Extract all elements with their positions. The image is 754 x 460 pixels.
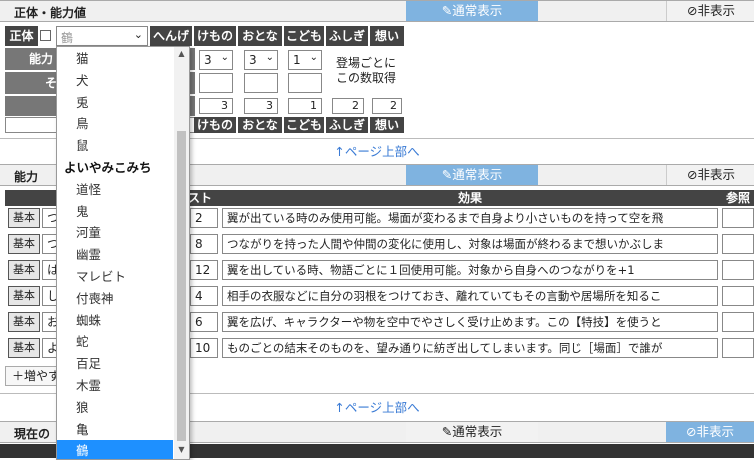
col-header-otona: おとな bbox=[238, 26, 282, 46]
hide-button[interactable]: ⊘非表示 bbox=[666, 165, 754, 185]
shotai-label: 正体 bbox=[5, 26, 38, 46]
row-cost[interactable]: 8 bbox=[190, 234, 218, 254]
col-header-omoi: 想い bbox=[370, 26, 404, 46]
dropdown-option[interactable]: 狼 bbox=[57, 397, 173, 419]
dropdown-option[interactable]: 犬 bbox=[57, 70, 173, 92]
col-header-fushigi: ふしぎ bbox=[326, 26, 368, 46]
dropdown-option[interactable]: 道怪 bbox=[57, 179, 173, 201]
header-effect: 効果 bbox=[457, 191, 482, 205]
shotai-select-value: 鶴 bbox=[61, 31, 74, 45]
footer-col-omoi: 想い bbox=[370, 117, 404, 133]
otona-select[interactable]: 3 ⌄ bbox=[244, 50, 278, 70]
row-type-badge[interactable]: 基本 bbox=[8, 234, 40, 254]
total-omoi: 2 bbox=[372, 98, 402, 114]
dropdown-option[interactable]: 河童 bbox=[57, 222, 173, 244]
footer-col-otona: おとな bbox=[238, 117, 282, 133]
col-header-henge: へんげ bbox=[150, 26, 192, 46]
row-type-badge[interactable]: 基本 bbox=[8, 338, 40, 358]
dropdown-option[interactable]: 亀 bbox=[57, 419, 173, 441]
chevron-down-icon: ⌄ bbox=[265, 52, 274, 63]
normal-view-button[interactable]: ✎通常表示 bbox=[406, 165, 538, 185]
note-text: 登場ごとに この数取得 bbox=[335, 56, 396, 85]
row-ref[interactable] bbox=[722, 286, 754, 306]
kodomo-input[interactable] bbox=[288, 73, 322, 93]
dropdown-option[interactable]: 木霊 bbox=[57, 375, 173, 397]
dropdown-option[interactable]: 蛇 bbox=[57, 331, 173, 353]
chevron-down-icon: ⌄ bbox=[309, 52, 318, 63]
normal-view-button[interactable]: ✎通常表示 bbox=[406, 422, 538, 442]
section-header-shotai: 正体・能力値 ✎通常表示 ⊘非表示 bbox=[0, 0, 754, 22]
chevron-down-icon: ⌄ bbox=[220, 52, 229, 63]
total-fushigi: 2 bbox=[332, 98, 364, 114]
row-ref[interactable] bbox=[722, 338, 754, 358]
kodomo-select-value: 1 bbox=[293, 53, 301, 67]
row-effect[interactable]: 翼を広げ、キャラクターや物を空中でやさしく受け止めます。この【特技】を使うと bbox=[222, 312, 718, 332]
row-effect[interactable]: 翼が出ている時のみ使用可能。場面が変わるまで自身より小さいものを持って空を飛 bbox=[222, 208, 718, 228]
scrollbar-thumb[interactable] bbox=[177, 131, 186, 441]
row-type-badge[interactable]: 基本 bbox=[8, 208, 40, 228]
shotai-checkbox[interactable] bbox=[40, 30, 51, 41]
row-type-badge[interactable]: 基本 bbox=[8, 286, 40, 306]
header-cost: スト bbox=[188, 191, 213, 205]
dropdown-option[interactable]: 鬼 bbox=[57, 201, 173, 223]
header-ref: 参照 bbox=[726, 191, 751, 205]
col-header-kemono: けもの bbox=[194, 26, 236, 46]
row-cost[interactable]: 4 bbox=[190, 286, 218, 306]
dropdown-group-label: よいやみこみち bbox=[64, 160, 152, 175]
section-title-shotai: 正体・能力値 bbox=[14, 6, 87, 20]
kemono-select-value: 3 bbox=[204, 53, 212, 67]
dropdown-option[interactable]: 付喪神 bbox=[57, 288, 173, 310]
hide-button[interactable]: ⊘非表示 bbox=[666, 422, 754, 442]
hide-button[interactable]: ⊘非表示 bbox=[666, 1, 754, 21]
chevron-down-icon: ⌄ bbox=[133, 28, 143, 41]
row-type-badge[interactable]: 基本 bbox=[8, 260, 40, 280]
row-cost[interactable]: 2 bbox=[190, 208, 218, 228]
total-kodomo: 1 bbox=[288, 98, 322, 114]
footer-col-kemono: けもの bbox=[194, 117, 236, 133]
dropdown-option[interactable]: 猫 bbox=[57, 48, 173, 70]
row-ref[interactable] bbox=[722, 234, 754, 254]
dropdown-option[interactable]: 鶴 bbox=[57, 440, 173, 459]
otona-input[interactable] bbox=[244, 73, 278, 93]
dropdown-option[interactable]: 幽霊 bbox=[57, 244, 173, 266]
dropdown-option[interactable]: 鼠 bbox=[57, 135, 173, 157]
kodomo-select[interactable]: 1 ⌄ bbox=[288, 50, 322, 70]
row-cost[interactable]: 12 bbox=[190, 260, 218, 280]
dropdown-scrollbar[interactable]: ▲ ▼ bbox=[174, 47, 189, 459]
row-effect[interactable]: ものごとの結末そのものを、望み通りに紡ぎ出してしまいます。同じ［場面］で誰が bbox=[222, 338, 718, 358]
shotai-select[interactable]: 鶴 ⌄ bbox=[56, 26, 148, 46]
section-title-ability: 能力 bbox=[14, 170, 39, 184]
scroll-down-icon[interactable]: ▼ bbox=[174, 445, 189, 454]
row-effect[interactable]: 相手の衣服などに自分の羽根をつけておき、離れていてもその言動や居場所を知るこ bbox=[222, 286, 718, 306]
dropdown-option[interactable]: 鳥 bbox=[57, 113, 173, 135]
otona-select-value: 3 bbox=[249, 53, 257, 67]
row-cost[interactable]: 10 bbox=[190, 338, 218, 358]
total-otona: 3 bbox=[244, 98, 278, 114]
row-effect[interactable]: つながりを持った人間や仲間の変化に使用し、対象は場面が終わるまで想いかぶしま bbox=[222, 234, 718, 254]
kemono-input[interactable] bbox=[199, 73, 233, 93]
row-effect[interactable]: 翼を出している時、物語ごとに１回使用可能。対象から自身へのつながりを+1 bbox=[222, 260, 718, 280]
dropdown-option[interactable]: 兎 bbox=[57, 92, 173, 114]
row-ref[interactable] bbox=[722, 208, 754, 228]
footer-col-kodomo: こども bbox=[284, 117, 324, 133]
dropdown-option[interactable]: 百足 bbox=[57, 353, 173, 375]
shotai-dropdown-list[interactable]: 猫犬兎鳥鼠よいやみこみち道怪鬼河童 幽霊 マレビト 付喪神 蜘蛛蛇百足 木霊狼亀鶴 ▲ ▼ bbox=[56, 46, 190, 460]
row-ref[interactable] bbox=[722, 312, 754, 332]
section-title-current: 現在の bbox=[14, 427, 51, 441]
normal-view-button[interactable]: ✎通常表示 bbox=[406, 1, 538, 21]
dropdown-option[interactable]: マレビト bbox=[57, 266, 173, 288]
kemono-select[interactable]: 3 ⌄ bbox=[199, 50, 233, 70]
total-kemono: 3 bbox=[199, 98, 233, 114]
row-type-badge[interactable]: 基本 bbox=[8, 312, 40, 332]
footer-col-fushigi: ふしぎ bbox=[326, 117, 368, 133]
scroll-up-icon[interactable]: ▲ bbox=[174, 49, 189, 58]
dropdown-option[interactable]: 蜘蛛 bbox=[57, 310, 173, 332]
row-cost[interactable]: 6 bbox=[190, 312, 218, 332]
col-header-kodomo: こども bbox=[284, 26, 324, 46]
row-ref[interactable] bbox=[722, 260, 754, 280]
